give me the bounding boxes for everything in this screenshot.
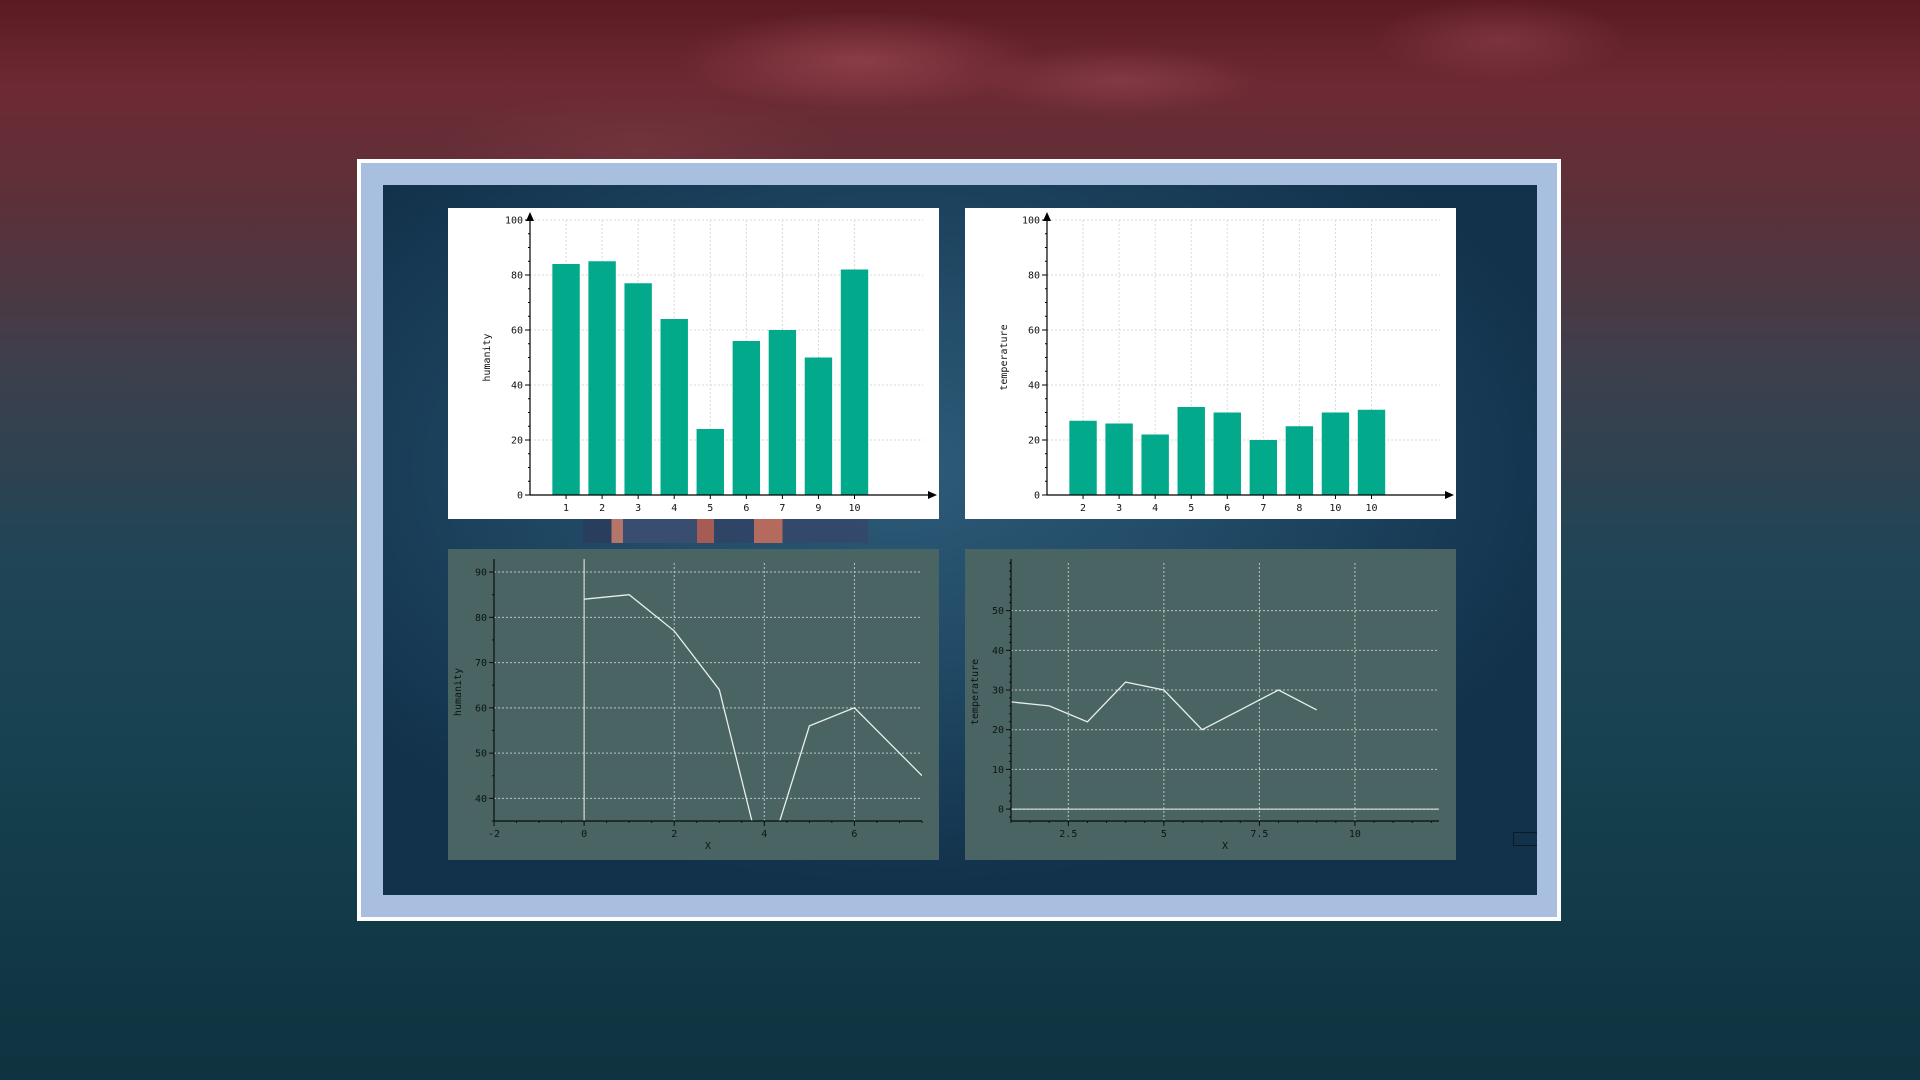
x-tick-label: 10 <box>1329 503 1341 514</box>
y-tick-label: 70 <box>475 658 487 669</box>
bar <box>1357 409 1386 495</box>
x-tick-label: 3 <box>635 503 641 514</box>
y-tick-label: 100 <box>1022 216 1040 227</box>
x-tick-label: 5 <box>1188 503 1194 514</box>
y-axis-label: humanity <box>453 668 464 716</box>
y-axis-arrow <box>1043 212 1051 221</box>
x-tick-label: 10 <box>1349 829 1361 840</box>
y-axis-arrow <box>526 212 534 221</box>
x-axis-label: X <box>1222 841 1228 852</box>
temperature-bar-chart-svg: 0 20 40 60 80 100 2 3 4 5 6 7 8 10 10 temperature <box>999 212 1454 514</box>
bar <box>1249 440 1278 495</box>
y-tick-label: 40 <box>475 794 487 805</box>
y-tick-label: 80 <box>475 613 487 624</box>
y-tick-label: 80 <box>511 271 523 282</box>
y-tick-label: 40 <box>992 646 1004 657</box>
chart-window: 0 20 40 60 80 100 1 2 3 4 5 6 7 9 10 humanity 0 20 40 60 80… <box>357 159 1561 921</box>
y-axis-label: temperature <box>970 659 981 725</box>
bar <box>624 283 652 495</box>
bar <box>588 261 616 495</box>
x-axis-label: X <box>705 841 711 852</box>
y-tick-label: 90 <box>475 568 487 579</box>
x-tick-label: 7 <box>1260 503 1266 514</box>
y-tick-label: 30 <box>992 686 1004 697</box>
x-tick-label: 6 <box>1224 503 1230 514</box>
bar <box>804 357 833 495</box>
temperature-line-chart-svg: 2.5 5 7.5 10 0 10 20 30 40 50 Xtemperature <box>970 559 1439 852</box>
bar <box>1069 420 1097 495</box>
humanity-line-chart-svg: -2 0 2 4 6 40 50 60 70 80 90 Xhumanity <box>453 559 923 852</box>
y-tick-label: 100 <box>505 216 523 227</box>
bar <box>696 429 724 495</box>
x-tick-label: 7 <box>779 503 785 514</box>
x-tick-label: 10 <box>1365 503 1377 514</box>
y-tick-label: 20 <box>511 436 523 447</box>
y-tick-label: 40 <box>1028 381 1040 392</box>
x-tick-label: 2 <box>1080 503 1086 514</box>
y-axis-label: humanity <box>482 333 493 381</box>
y-tick-label: 60 <box>475 703 487 714</box>
x-tick-label: 4 <box>1152 503 1158 514</box>
y-tick-label: 60 <box>511 326 523 337</box>
y-tick-label: 10 <box>992 765 1004 776</box>
y-tick-label: 20 <box>992 725 1004 736</box>
x-tick-label: 5 <box>707 503 713 514</box>
x-axis-arrow <box>1445 491 1454 499</box>
temperature-bar-chart: 0 20 40 60 80 100 2 3 4 5 6 7 8 10 10 temperature <box>965 208 1456 519</box>
bar <box>552 264 580 495</box>
bar <box>660 319 688 495</box>
x-tick-label: 8 <box>1296 503 1302 514</box>
humanity-bar-chart-svg: 0 20 40 60 80 100 1 2 3 4 5 6 7 9 10 humanity <box>482 212 937 514</box>
x-tick-label: 1 <box>563 503 569 514</box>
humanity-line-chart: -2 0 2 4 6 40 50 60 70 80 90 Xhumanity <box>448 549 939 860</box>
x-tick-label: 0 <box>581 829 587 840</box>
x-tick-label: 6 <box>851 829 857 840</box>
x-axis-arrow <box>928 491 937 499</box>
x-tick-label: -2 <box>488 829 500 840</box>
y-tick-label: 0 <box>998 805 1004 816</box>
bar <box>840 269 869 495</box>
series-line <box>1011 681 1318 731</box>
y-tick-label: 0 <box>1034 491 1040 502</box>
bar <box>1141 434 1169 495</box>
x-tick-label: 5 <box>1161 829 1167 840</box>
x-tick-label: 3 <box>1116 503 1122 514</box>
temperature-line-chart: 2.5 5 7.5 10 0 10 20 30 40 50 Xtemperature <box>965 549 1456 860</box>
humanity-bar-chart: 0 20 40 60 80 100 1 2 3 4 5 6 7 9 10 humanity <box>448 208 939 519</box>
y-tick-label: 80 <box>1028 271 1040 282</box>
bar <box>768 330 797 495</box>
x-tick-label: 6 <box>743 503 749 514</box>
chart-area: 0 20 40 60 80 100 1 2 3 4 5 6 7 9 10 humanity 0 20 40 60 80… <box>383 185 1537 895</box>
bar <box>1213 412 1241 495</box>
x-tick-label: 10 <box>848 503 860 514</box>
corner-icon <box>1513 832 1537 846</box>
x-tick-label: 2 <box>599 503 605 514</box>
y-tick-label: 60 <box>1028 326 1040 337</box>
x-tick-label: 4 <box>671 503 677 514</box>
bar <box>1285 426 1314 495</box>
series-line <box>584 594 922 821</box>
window-border: 0 20 40 60 80 100 1 2 3 4 5 6 7 9 10 humanity 0 20 40 60 80… <box>361 163 1557 917</box>
bar <box>732 341 761 495</box>
bar <box>1105 423 1133 495</box>
y-tick-label: 50 <box>992 606 1004 617</box>
bar <box>1321 412 1350 495</box>
bar <box>1177 407 1205 495</box>
x-tick-label: 2.5 <box>1059 829 1077 840</box>
y-tick-label: 0 <box>517 491 523 502</box>
x-tick-label: 9 <box>815 503 821 514</box>
y-tick-label: 50 <box>475 749 487 760</box>
x-tick-label: 2 <box>671 829 677 840</box>
y-tick-label: 20 <box>1028 436 1040 447</box>
x-tick-label: 4 <box>761 829 767 840</box>
y-tick-label: 40 <box>511 381 523 392</box>
background-houses <box>583 515 868 543</box>
y-axis-label: temperature <box>999 324 1010 390</box>
x-tick-label: 7.5 <box>1250 829 1268 840</box>
